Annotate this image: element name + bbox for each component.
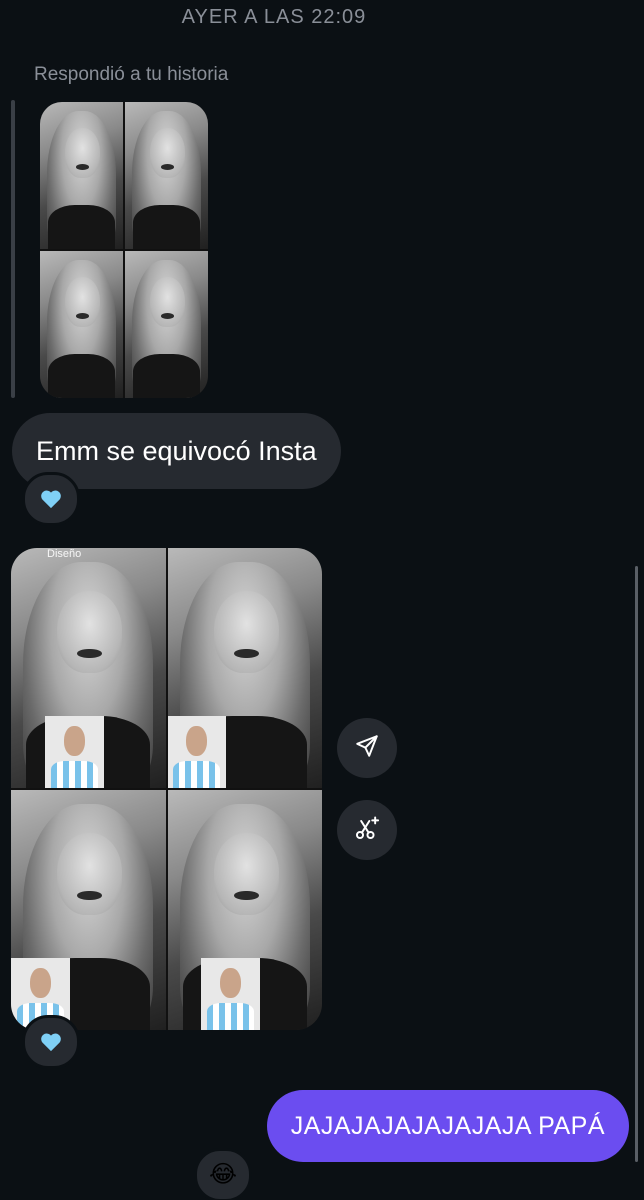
shared-photo [167, 548, 322, 788]
paper-plane-icon [354, 733, 380, 764]
shared-photo-message[interactable]: Diseño [11, 548, 322, 1030]
story-reply-label: Respondió a tu historia [34, 64, 229, 85]
heart-reaction-badge[interactable] [22, 472, 80, 526]
blue-heart-icon [40, 489, 62, 509]
heart-reaction-badge[interactable] [22, 1015, 80, 1069]
story-photo [40, 251, 123, 398]
laughing-emoji-icon: 😂 [208, 1161, 238, 1188]
scissors-sparkle-icon [353, 814, 381, 847]
inset-photo [167, 716, 227, 788]
sent-message-bubble[interactable]: JAJAJAJAJAJAJAJA PAPÁ [266, 1090, 629, 1162]
story-photo-grid [40, 102, 208, 398]
received-message-text: Emm se equivocó Insta [36, 435, 317, 466]
story-thumbnail[interactable] [40, 102, 208, 398]
remix-button[interactable] [337, 800, 397, 860]
laugh-reaction-badge[interactable]: 😂 [194, 1148, 252, 1200]
share-button[interactable] [337, 718, 397, 778]
shared-photo [11, 548, 166, 788]
inset-photo [201, 958, 261, 1030]
story-reply-indicator-bar [11, 100, 15, 398]
shared-photo [167, 790, 322, 1030]
blue-heart-icon [40, 1032, 62, 1052]
shared-photo [11, 790, 166, 1030]
sent-message-text: JAJAJAJAJAJAJAJA PAPÁ [290, 1111, 605, 1140]
message-timestamp: AYER A LAS 22:09 [181, 6, 367, 28]
story-photo [125, 102, 208, 249]
chat-screen: AYER A LAS 22:09 Respondió a tu historia… [0, 0, 644, 1200]
media-watermark: Diseño [47, 548, 82, 560]
shared-photo-grid [11, 548, 322, 1030]
inset-photo [44, 716, 104, 788]
story-photo [125, 251, 208, 398]
scrollbar[interactable] [635, 566, 638, 1162]
story-photo [40, 102, 123, 249]
